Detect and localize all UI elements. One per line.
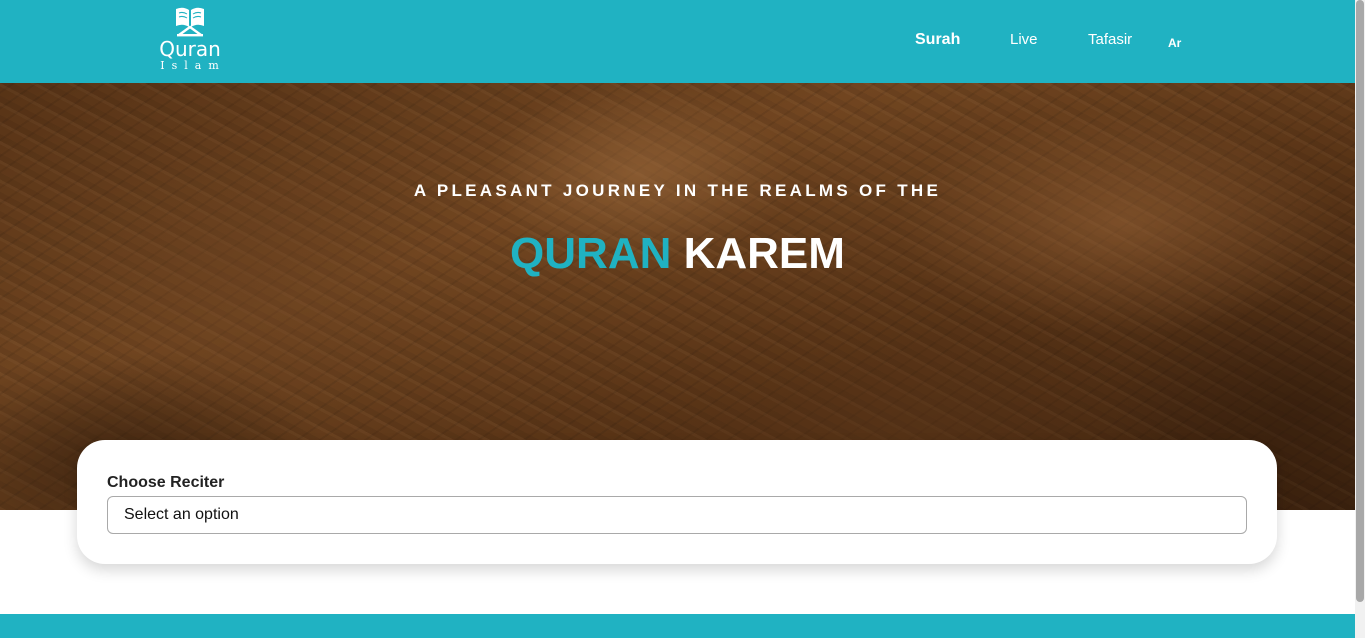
reciter-card: Choose Reciter Select an option xyxy=(77,440,1277,564)
logo-subtitle: Islam xyxy=(160,59,226,72)
main-nav: Surah Live Tafasir Ar xyxy=(0,31,1355,51)
language-toggle-ar[interactable]: Ar xyxy=(1168,34,1181,52)
top-navbar: Quran Islam Surah Live Tafasir Ar xyxy=(0,0,1355,83)
hero-subtitle: A PLEASANT JOURNEY IN THE REALMS OF THE xyxy=(413,181,942,200)
page-scrollbar[interactable] xyxy=(1355,0,1365,638)
nav-link-surah[interactable]: Surah xyxy=(915,31,960,49)
choose-reciter-label: Choose Reciter xyxy=(107,474,225,491)
nav-link-tafasir[interactable]: Tafasir xyxy=(1088,31,1132,49)
footer-strip xyxy=(0,614,1355,638)
nav-link-live[interactable]: Live xyxy=(1010,31,1038,49)
scrollbar-thumb[interactable] xyxy=(1356,0,1364,602)
hero-title: QURAN KAREM xyxy=(0,229,1355,279)
hero-title-rest: KAREM xyxy=(683,229,845,278)
reciter-select[interactable]: Select an option xyxy=(107,496,1247,534)
hero-title-accent: QURAN xyxy=(510,229,672,278)
